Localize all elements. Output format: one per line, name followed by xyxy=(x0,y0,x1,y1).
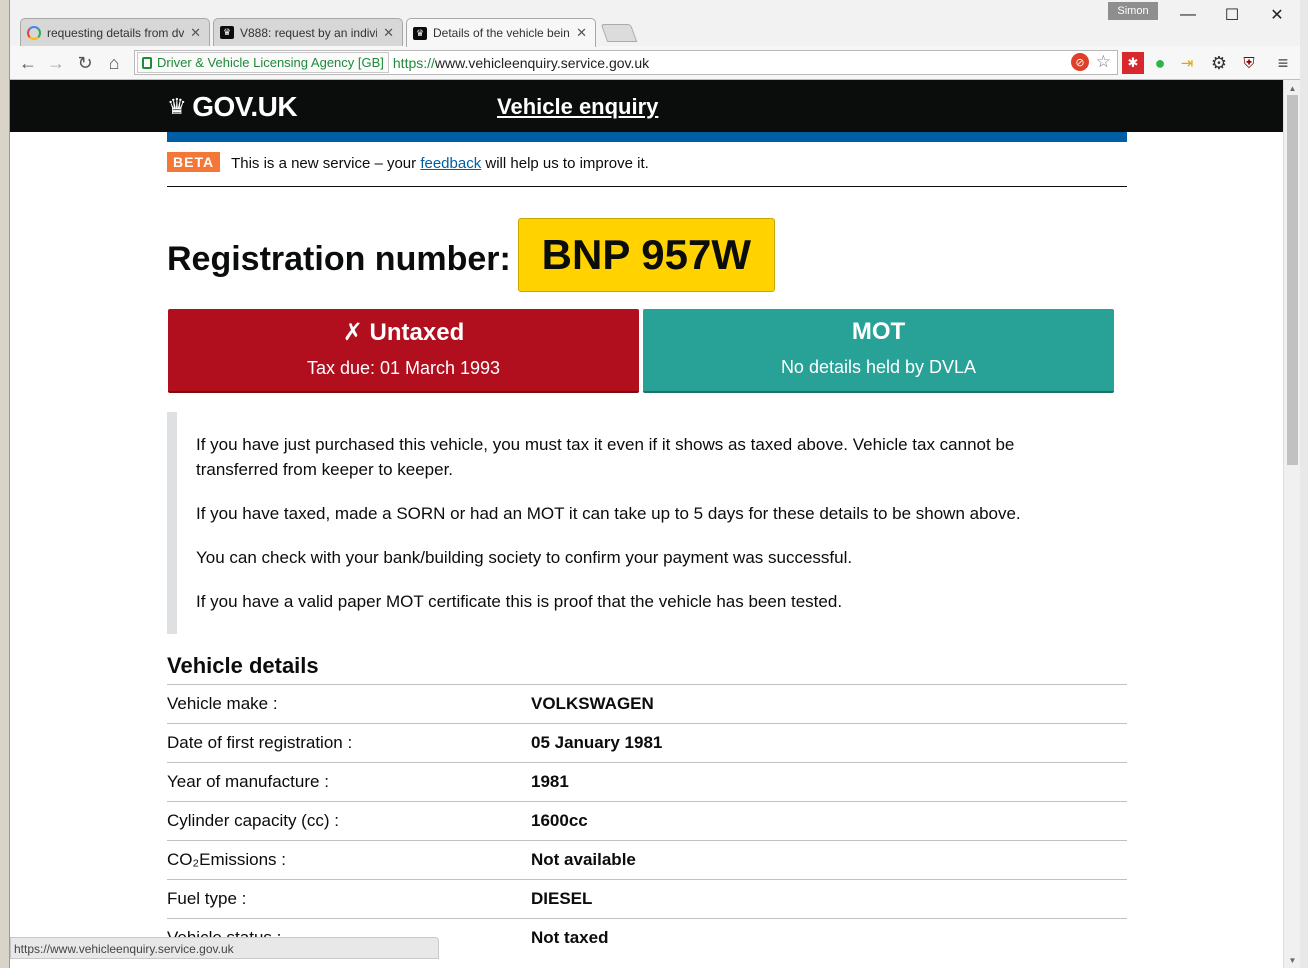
govuk-logo[interactable]: ♛ GOV.UK xyxy=(167,91,298,123)
tab-google-search[interactable]: requesting details from dv ✕ xyxy=(20,18,210,46)
desktop-background xyxy=(0,0,9,968)
beta-message: This is a new service – your feedback wi… xyxy=(231,155,649,172)
home-icon[interactable]: ⌂ xyxy=(102,51,126,75)
vertical-scrollbar[interactable]: ▲ ▼ xyxy=(1283,80,1300,968)
row-value: 1981 xyxy=(531,772,569,791)
row-value: Not taxed xyxy=(531,928,609,947)
govuk-crown-icon: ♛ xyxy=(220,26,234,40)
browser-toolbar: ← → ↻ ⌂ Driver & Vehicle Licensing Agenc… xyxy=(10,46,1300,80)
tax-status-heading: ✗ Untaxed xyxy=(342,319,465,346)
scroll-up-icon[interactable]: ▲ xyxy=(1287,82,1298,94)
extension-icon[interactable]: ⇥ xyxy=(1176,52,1198,74)
scroll-down-icon[interactable]: ▼ xyxy=(1287,954,1298,966)
info-paragraph: If you have taxed, made a SORN or had an… xyxy=(196,504,1021,523)
row-label: Fuel type : xyxy=(167,889,247,908)
table-row: Vehicle make : VOLKSWAGEN xyxy=(167,684,1127,723)
mot-status-box: MOT No details held by DVLA xyxy=(643,309,1114,393)
table-row: Cylinder capacity (cc) : 1600cc xyxy=(167,801,1127,840)
govuk-crown-icon: ♛ xyxy=(413,26,427,40)
vehicle-details-table: Vehicle make : VOLKSWAGEN Date of first r… xyxy=(167,684,1127,957)
info-panel: If you have just purchased this vehicle,… xyxy=(167,412,1127,634)
logo-text: GOV.UK xyxy=(192,91,298,122)
blocked-content-icon[interactable]: ⊘ xyxy=(1071,53,1089,71)
tab-vehicle-details[interactable]: ♛ Details of the vehicle being ✕ xyxy=(406,18,596,47)
close-icon[interactable]: ✕ xyxy=(383,25,394,41)
mot-status-heading: MOT xyxy=(851,318,906,345)
lock-icon xyxy=(142,56,152,69)
browser-window: requesting details from dv ✕ ♛ V888: req… xyxy=(9,0,1300,968)
profile-button[interactable]: Simon xyxy=(1108,2,1158,20)
url-text[interactable]: https://www.vehicleenquiry.service.gov.u… xyxy=(393,55,649,71)
tab-v888[interactable]: ♛ V888: request by an indivi ✕ xyxy=(213,18,403,46)
registration-row: Registration number: BNP 957W xyxy=(167,218,775,292)
forward-arrow-icon[interactable]: → xyxy=(44,51,68,75)
close-icon[interactable]: ✕ xyxy=(576,25,587,41)
row-value: 1600cc xyxy=(531,811,588,830)
menu-icon[interactable]: ≡ xyxy=(1272,52,1294,74)
row-label: Cylinder capacity (cc) : xyxy=(167,811,339,830)
row-value: VOLKSWAGEN xyxy=(531,694,654,713)
row-value: Not available xyxy=(531,850,636,869)
vehicle-details-heading: Vehicle details xyxy=(167,653,319,678)
registration-plate: BNP 957W xyxy=(517,218,775,292)
info-paragraph: You can check with your bank/building so… xyxy=(196,548,853,567)
row-label: Date of first registration : xyxy=(167,733,353,752)
row-label: Vehicle make : xyxy=(167,694,278,713)
mot-status-detail: No details held by DVLA xyxy=(780,357,977,377)
back-arrow-icon[interactable]: ← xyxy=(16,51,40,75)
new-tab-button[interactable] xyxy=(600,24,638,42)
window-close-icon[interactable]: ✕ xyxy=(1255,4,1299,26)
row-label: Year of manufacture : xyxy=(167,772,329,791)
maximize-icon[interactable]: ☐ xyxy=(1210,4,1254,26)
table-row: Fuel type : DIESEL xyxy=(167,879,1127,918)
google-icon xyxy=(27,25,41,40)
info-paragraph: If you have a valid paper MOT certificat… xyxy=(196,592,843,611)
ev-certificate-badge[interactable]: Driver & Vehicle Licensing Agency [GB] xyxy=(137,52,389,73)
info-paragraph: If you have just purchased this vehicle,… xyxy=(196,435,1015,479)
service-name-link[interactable]: Vehicle enquiry xyxy=(497,94,658,120)
registration-label: Registration number: xyxy=(167,239,511,278)
row-label: CO₂Emissions : xyxy=(167,850,287,869)
lastpass-icon[interactable]: ✱ xyxy=(1122,52,1144,74)
tab-strip: requesting details from dv ✕ ♛ V888: req… xyxy=(10,0,1300,47)
tab-title: V888: request by an indivi xyxy=(240,25,378,40)
feedback-link[interactable]: feedback xyxy=(420,155,481,172)
row-value: 05 January 1981 xyxy=(531,733,663,752)
tab-title: requesting details from dv xyxy=(47,25,185,40)
ublock-icon[interactable]: ⛨ xyxy=(1238,52,1260,74)
beta-tag: BETA xyxy=(167,152,221,172)
crown-icon: ♛ xyxy=(167,94,187,119)
tax-due-date: Tax due: 01 March 1993 xyxy=(306,358,501,378)
scroll-thumb[interactable] xyxy=(1287,95,1298,465)
table-row: Year of manufacture : 1981 xyxy=(167,762,1127,801)
bookmark-star-icon[interactable]: ☆ xyxy=(1096,52,1111,72)
header-accent-bar xyxy=(167,132,1127,142)
tab-title: Details of the vehicle being xyxy=(433,26,571,40)
desktop-background-right xyxy=(1299,0,1308,968)
minimize-icon[interactable]: — xyxy=(1166,4,1210,26)
row-value: DIESEL xyxy=(531,889,593,908)
page-viewport: ♛ GOV.UK Vehicle enquiry BETA This is a … xyxy=(10,80,1283,968)
table-row: CO₂Emissions : Not available xyxy=(167,840,1127,879)
gear-icon[interactable]: ⚙ xyxy=(1208,52,1230,74)
address-bar[interactable]: Driver & Vehicle Licensing Agency [GB] h… xyxy=(134,50,1118,75)
govuk-header: ♛ GOV.UK Vehicle enquiry xyxy=(10,80,1283,132)
close-icon[interactable]: ✕ xyxy=(190,25,201,41)
status-bar-url: https://www.vehicleenquiry.service.gov.u… xyxy=(10,937,439,959)
ev-label: Driver & Vehicle Licensing Agency [GB] xyxy=(157,55,384,70)
evernote-icon[interactable]: ● xyxy=(1149,52,1171,74)
beta-banner: BETA This is a new service – your feedba… xyxy=(167,152,1127,187)
reload-icon[interactable]: ↻ xyxy=(73,51,97,75)
table-row: Date of first registration : 05 January 1… xyxy=(167,723,1127,762)
tax-status-box: ✗ Untaxed Tax due: 01 March 1993 xyxy=(168,309,639,393)
